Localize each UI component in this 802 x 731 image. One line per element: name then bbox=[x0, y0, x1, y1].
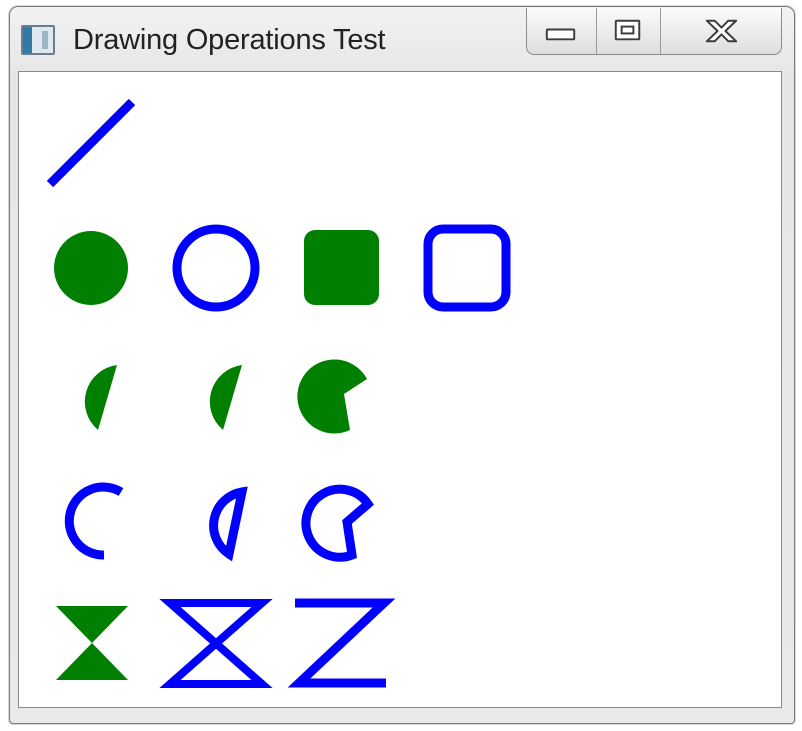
outlined-rounded-rect bbox=[423, 224, 511, 312]
outlined-hourglass bbox=[159, 599, 273, 688]
outlined-chord bbox=[209, 486, 248, 562]
filled-chord-2 bbox=[209, 365, 242, 430]
filled-circle bbox=[54, 231, 128, 305]
outlined-circle bbox=[172, 224, 260, 312]
outlined-arc bbox=[64, 482, 124, 560]
drawing-canvas bbox=[46, 98, 511, 688]
filled-chord-1 bbox=[84, 365, 117, 430]
filled-rounded-rect bbox=[304, 230, 379, 305]
filled-pie bbox=[297, 359, 367, 434]
blue-diagonal-line bbox=[46, 98, 136, 188]
outlined-pie bbox=[301, 484, 375, 562]
z-polyline bbox=[287, 598, 396, 688]
filled-hourglass bbox=[56, 606, 128, 680]
